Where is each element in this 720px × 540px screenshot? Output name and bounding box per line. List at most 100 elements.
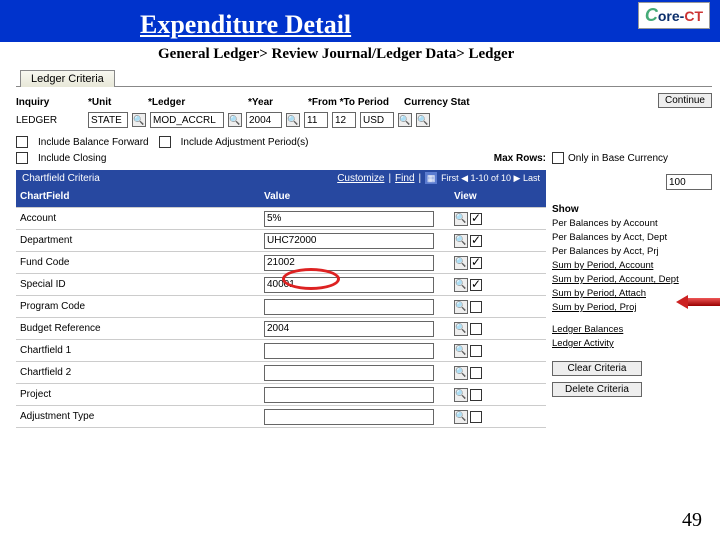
chartfield-label: Account [20,213,264,224]
table-row: Chartfield 2 🔍 [16,362,546,384]
unit-input[interactable] [88,112,128,128]
include-balance-forward-checkbox[interactable] [16,136,28,148]
unit-label: *Unit [88,97,111,108]
table-row: Project 🔍 [16,384,546,406]
chartfield-label: Department [20,235,264,246]
view-checkbox[interactable] [470,235,482,247]
table-row: Budget Reference 🔍 [16,318,546,340]
chartfield-value-input[interactable] [264,365,434,381]
clear-criteria-button[interactable]: Clear Criteria [552,361,642,376]
view-checkbox[interactable] [470,279,482,291]
show-heading: Show [552,204,712,215]
table-row: Fund Code 🔍 [16,252,546,274]
continue-button[interactable]: Continue [658,93,712,108]
page-number: 49 [682,509,702,532]
lookup-icon[interactable]: 🔍 [132,113,146,127]
view-checkbox[interactable] [470,345,482,357]
show-option[interactable]: Sum by Period, Account [552,259,712,273]
customize-link[interactable]: Customize [337,173,384,184]
page-title: Expenditure Detail [140,10,351,42]
to-period-input[interactable] [332,112,356,128]
lookup-icon[interactable]: 🔍 [416,113,430,127]
breadcrumb: General Ledger> Review Journal/Ledger Da… [158,46,720,63]
lookup-icon[interactable]: 🔍 [454,278,468,292]
table-row: Special ID 🔍 [16,274,546,296]
chartfield-value-input[interactable] [264,409,434,425]
row-nav-text: First ◀ 1-10 of 10 ▶ Last [441,173,540,184]
lookup-icon[interactable]: 🔍 [454,388,468,402]
inquiry-value: LEDGER [16,115,57,126]
col-value: Value [264,191,454,202]
view-checkbox[interactable] [470,323,482,335]
find-link[interactable]: Find [395,173,414,184]
ledger-activity-link[interactable]: Ledger Activity [552,337,712,351]
lookup-icon[interactable]: 🔍 [286,113,300,127]
chartfield-value-input[interactable] [264,255,434,271]
col-chartfield: ChartField [20,191,264,202]
table-row: Adjustment Type 🔍 [16,406,546,428]
include-adjustment-label: Include Adjustment Period(s) [181,137,309,148]
lookup-icon[interactable]: 🔍 [454,234,468,248]
chartfield-label: Chartfield 2 [20,367,264,378]
currency-input[interactable] [360,112,394,128]
fromto-label: *From *To Period [308,97,389,108]
chartfield-value-input[interactable] [264,211,434,227]
view-checkbox[interactable] [470,257,482,269]
ledger-input[interactable] [150,112,224,128]
view-checkbox[interactable] [470,301,482,313]
year-input[interactable] [246,112,282,128]
view-checkbox[interactable] [470,389,482,401]
col-view: View [454,191,477,202]
chartfield-label: Adjustment Type [20,411,264,422]
grid-icon[interactable]: ▦ [425,172,437,184]
chartfield-value-input[interactable] [264,233,434,249]
chartfield-value-input[interactable] [264,299,434,315]
lookup-icon[interactable]: 🔍 [454,322,468,336]
max-rows-input[interactable] [666,174,712,190]
logo: CCore-CTore-CT [638,2,710,29]
chartfield-label: Project [20,389,264,400]
table-row: Account 🔍 [16,208,546,230]
max-rows-label: Max Rows: [494,153,546,164]
chartfield-label: Fund Code [20,257,264,268]
currency-label: Currency Stat [404,97,470,108]
lookup-icon[interactable]: 🔍 [454,344,468,358]
show-option[interactable]: Per Balances by Account [552,217,712,231]
chartfield-label: Budget Reference [20,323,264,334]
include-balance-forward-label: Include Balance Forward [38,137,149,148]
ledger-balances-link[interactable]: Ledger Balances [552,323,712,337]
view-checkbox[interactable] [470,367,482,379]
table-row: Program Code 🔍 [16,296,546,318]
tab-ledger-criteria[interactable]: Ledger Criteria [20,70,115,87]
table-row: Department 🔍 [16,230,546,252]
show-option[interactable]: Per Balances by Acct, Dept [552,231,712,245]
chartfield-value-input[interactable] [264,387,434,403]
lookup-icon[interactable]: 🔍 [454,410,468,424]
lookup-icon[interactable]: 🔍 [228,113,242,127]
lookup-icon[interactable]: 🔍 [454,300,468,314]
include-adjustment-checkbox[interactable] [159,136,171,148]
view-checkbox[interactable] [470,213,482,225]
chartfield-value-input[interactable] [264,343,434,359]
lookup-icon[interactable]: 🔍 [454,256,468,270]
chartfield-section-header: Chartfield Criteria Customize | Find | ▦… [16,170,546,186]
table-row: Chartfield 1 🔍 [16,340,546,362]
delete-criteria-button[interactable]: Delete Criteria [552,382,642,397]
include-closing-checkbox[interactable] [16,152,28,164]
chartfield-value-input[interactable] [264,277,434,293]
show-option[interactable]: Per Balances by Acct, Prj [552,245,712,259]
only-base-checkbox[interactable] [552,152,564,164]
section-title: Chartfield Criteria [22,173,100,184]
chartfield-label: Special ID [20,279,264,290]
from-period-input[interactable] [304,112,328,128]
inquiry-label: Inquiry [16,97,49,108]
show-option[interactable]: Sum by Period, Account, Dept [552,273,712,287]
lookup-icon[interactable]: 🔍 [398,113,412,127]
chartfield-label: Program Code [20,301,264,312]
lookup-icon[interactable]: 🔍 [454,366,468,380]
lookup-icon[interactable]: 🔍 [454,212,468,226]
view-checkbox[interactable] [470,411,482,423]
chartfield-label: Chartfield 1 [20,345,264,356]
title-bar: Expenditure Detail CCore-CTore-CT [0,0,720,42]
chartfield-value-input[interactable] [264,321,434,337]
